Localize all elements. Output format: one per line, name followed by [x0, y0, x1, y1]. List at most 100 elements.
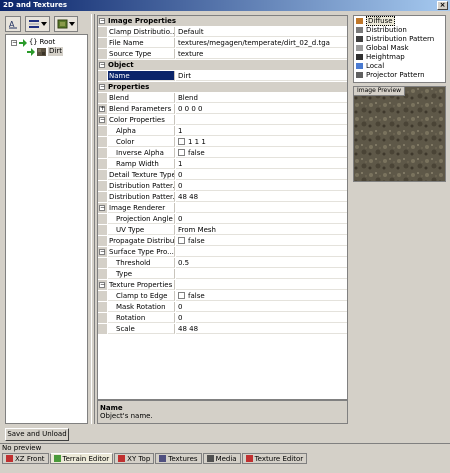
layer-tree[interactable]: − {} Root Dirt — [5, 34, 88, 424]
row-margin: − — [98, 203, 107, 213]
property-row[interactable]: + Blend Parameters 0 0 0 0 — [98, 104, 347, 114]
property-value[interactable]: 1 — [176, 159, 347, 169]
property-value[interactable]: Blend — [176, 93, 347, 103]
property-row[interactable]: Rotation 0 — [98, 313, 347, 323]
collapse-toggle[interactable]: − — [99, 62, 105, 68]
property-value[interactable]: 0 — [176, 181, 347, 191]
property-row[interactable]: Name Dirt — [98, 71, 347, 81]
property-value[interactable]: texture — [176, 49, 347, 59]
property-row[interactable]: Distribution Patter... 48 48 — [98, 192, 347, 202]
property-row[interactable]: − Surface Type Pro... — [98, 247, 347, 257]
layer-type-item[interactable]: Distribution — [354, 26, 445, 34]
property-value[interactable]: 0 — [176, 313, 347, 323]
property-category[interactable]: − Image Properties — [98, 16, 347, 26]
image-preview-tab[interactable]: Image Preview — [353, 86, 406, 96]
expand-toggle[interactable]: − — [99, 249, 105, 255]
collapse-toggle[interactable]: − — [99, 84, 105, 90]
layer-type-item[interactable]: Distribution Pattern — [354, 35, 445, 43]
close-button[interactable]: × — [437, 1, 448, 10]
layer-type-item[interactable]: Diffuse — [354, 16, 445, 26]
layer-type-item[interactable]: Heightmap — [354, 53, 445, 61]
property-row[interactable]: Alpha 1 — [98, 126, 347, 136]
property-category[interactable]: − Properties — [98, 82, 347, 92]
property-row[interactable]: Clamp Distributio... Default — [98, 27, 347, 37]
property-row[interactable]: Inverse Alpha false — [98, 148, 347, 158]
property-value[interactable]: false — [176, 291, 347, 301]
property-row[interactable]: Distribution Patter... 0 — [98, 181, 347, 191]
color-swatch[interactable] — [178, 138, 185, 145]
property-row[interactable]: − Texture Properties — [98, 280, 347, 290]
checkbox[interactable] — [178, 149, 185, 156]
layer-type-item[interactable]: Global Mask — [354, 44, 445, 52]
property-value[interactable]: textures/megagen/temperate/dirt_02_d.tga — [176, 38, 347, 48]
property-row[interactable]: Source Type texture — [98, 49, 347, 59]
property-row[interactable]: UV Type From Mesh — [98, 225, 347, 235]
property-value-text: 0 0 0 0 — [178, 104, 203, 113]
property-row[interactable]: − Color Properties — [98, 115, 347, 125]
row-margin — [98, 258, 107, 268]
layer-type-item[interactable]: Local — [354, 62, 445, 70]
view-mode-dropdown[interactable] — [25, 16, 50, 32]
splitter-handle[interactable] — [91, 14, 95, 424]
property-value[interactable]: false — [176, 236, 347, 246]
property-value[interactable]: 48 48 — [176, 192, 347, 202]
collapse-toggle[interactable]: − — [11, 39, 17, 46]
property-row[interactable]: Type — [98, 269, 347, 279]
property-value[interactable] — [176, 247, 347, 257]
property-value[interactable]: 0 — [176, 214, 347, 224]
tree-item-root[interactable]: − {} Root — [11, 38, 55, 47]
property-row[interactable]: Blend Blend — [98, 93, 347, 103]
property-value[interactable]: 1 — [176, 126, 347, 136]
category-label: Image Properties — [108, 17, 177, 25]
property-row[interactable]: Projection Angle 0 — [98, 214, 347, 224]
checkbox[interactable] — [178, 292, 185, 299]
property-row[interactable]: Color 1 1 1 — [98, 137, 347, 147]
property-value[interactable]: 0.5 — [176, 258, 347, 268]
property-value[interactable]: Dirt — [176, 71, 347, 81]
checkbox[interactable] — [178, 237, 185, 244]
property-value[interactable] — [176, 269, 347, 279]
tab-textures[interactable]: Textures — [155, 453, 202, 464]
tab-terrain-editor[interactable]: Terrain Editor — [49, 453, 114, 464]
property-row[interactable]: Threshold 0.5 — [98, 258, 347, 268]
add-layer-dropdown[interactable] — [54, 16, 78, 32]
property-value[interactable] — [176, 280, 347, 290]
property-value[interactable]: 48 48 — [176, 324, 347, 334]
property-value[interactable]: From Mesh — [176, 225, 347, 235]
property-value[interactable]: 0 — [176, 170, 347, 180]
property-grid[interactable]: − Image Properties Clamp Distributio... Def… — [97, 15, 348, 400]
expand-toggle[interactable]: + — [99, 106, 105, 112]
property-value[interactable] — [176, 115, 347, 125]
property-row[interactable]: File Name textures/megagen/temperate/dirt… — [98, 38, 347, 48]
property-value[interactable]: false — [176, 148, 347, 158]
property-row[interactable]: Scale 48 48 — [98, 324, 347, 334]
save-and-unload-button[interactable]: Save and Unload — [5, 428, 69, 441]
property-row[interactable]: Propagate Distribution false — [98, 236, 347, 246]
sort-alphabetical-button[interactable]: A — [5, 16, 21, 32]
layer-type-list[interactable]: Diffuse Distribution Distribution Pattern G… — [353, 15, 446, 83]
tree-item-dirt[interactable]: Dirt — [27, 47, 63, 56]
property-value-text: Default — [178, 27, 204, 36]
property-row[interactable]: Detail Texture Type 0 — [98, 170, 347, 180]
property-row[interactable]: − Image Renderer — [98, 203, 347, 213]
property-name: Rotation — [108, 313, 175, 323]
property-value[interactable]: Default — [176, 27, 347, 37]
expand-toggle[interactable]: − — [99, 282, 105, 288]
property-category[interactable]: − Object — [98, 60, 347, 70]
property-value[interactable]: 1 1 1 — [176, 137, 347, 147]
property-value[interactable]: 0 0 0 0 — [176, 104, 347, 114]
property-value[interactable] — [176, 203, 347, 213]
collapse-toggle[interactable]: − — [99, 18, 105, 24]
tab-xz-front[interactable]: XZ Front — [2, 453, 49, 464]
tab-xy-top[interactable]: XY Top — [114, 453, 155, 464]
property-value[interactable]: 0 — [176, 302, 347, 312]
property-row[interactable]: Ramp Width 1 — [98, 159, 347, 169]
expand-toggle[interactable]: − — [99, 117, 105, 123]
property-name: Scale — [108, 324, 175, 334]
expand-toggle[interactable]: − — [99, 205, 105, 211]
layer-type-item[interactable]: Projector Pattern — [354, 71, 445, 79]
property-row[interactable]: Mask Rotation 0 — [98, 302, 347, 312]
tab-media[interactable]: Media — [202, 453, 241, 464]
property-row[interactable]: Clamp to Edge false — [98, 291, 347, 301]
tab-texture-editor[interactable]: Texture Editor — [241, 453, 308, 464]
